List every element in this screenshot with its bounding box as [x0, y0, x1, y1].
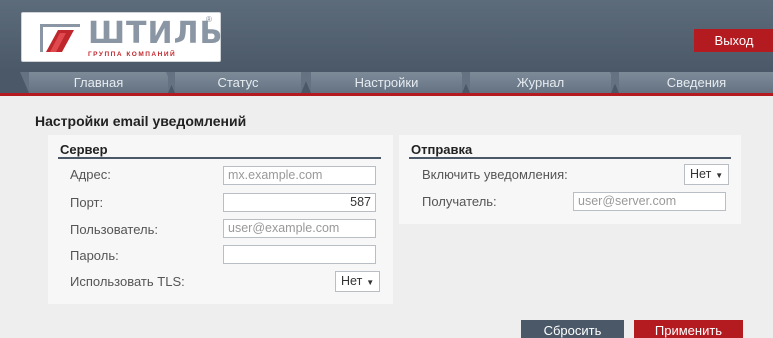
sending-divider [409, 157, 731, 159]
logo-registered-mark: ® [206, 15, 212, 24]
company-logo[interactable]: ШТИЛЬ ® ГРУППА КОМПАНИЙ [21, 12, 224, 62]
tab-status[interactable]: Статус [166, 72, 310, 93]
logo-mark-icon [40, 24, 80, 52]
tab-home[interactable]: Главная [20, 72, 177, 93]
tls-select-value: Нет [341, 274, 363, 288]
sending-panel: Отправка Включить уведомления: Нет ▼ Полу… [399, 135, 741, 224]
sending-heading: Отправка [411, 142, 473, 157]
server-heading: Сервер [60, 142, 108, 157]
user-label: Пользователь: [70, 222, 158, 237]
recipient-field[interactable]: user@server.com [573, 192, 726, 211]
port-field[interactable]: 587 [223, 193, 376, 212]
chevron-down-icon: ▼ [366, 278, 375, 287]
address-field[interactable]: mx.example.com [223, 166, 376, 185]
logo-subtitle: ГРУППА КОМПАНИЙ [88, 51, 177, 58]
logo-text: ШТИЛЬ [88, 16, 224, 51]
page-title: Настройки email уведомлений [35, 113, 247, 129]
password-label: Пароль: [70, 248, 119, 263]
app-header: ШТИЛЬ ® ГРУППА КОМПАНИЙ Выход [0, 0, 773, 72]
tls-label: Использовать TLS: [70, 274, 185, 289]
user-field[interactable]: user@example.com [223, 219, 376, 238]
apply-button[interactable]: Применить [634, 320, 743, 338]
port-label: Порт: [70, 195, 104, 210]
password-field[interactable] [223, 245, 376, 264]
enable-notifications-label: Включить уведомления: [422, 167, 568, 182]
tab-journal[interactable]: Журнал [461, 72, 620, 93]
chevron-down-icon: ▼ [715, 171, 724, 180]
enable-notifications-value: Нет [690, 167, 712, 181]
tab-info[interactable]: Сведения [610, 72, 773, 93]
logout-button[interactable]: Выход [694, 29, 773, 52]
address-label: Адрес: [70, 167, 111, 182]
tab-settings[interactable]: Настройки [302, 72, 471, 93]
server-divider [58, 157, 381, 159]
server-panel: Сервер Адрес: mx.example.com Порт: 587 П… [48, 135, 393, 304]
recipient-label: Получатель: [422, 194, 497, 209]
reset-button[interactable]: Сбросить [521, 320, 624, 338]
main-nav: Главная Статус Настройки Журнал Сведения [0, 72, 773, 96]
tls-select[interactable]: Нет ▼ [335, 271, 381, 292]
enable-notifications-select[interactable]: Нет ▼ [684, 164, 730, 185]
